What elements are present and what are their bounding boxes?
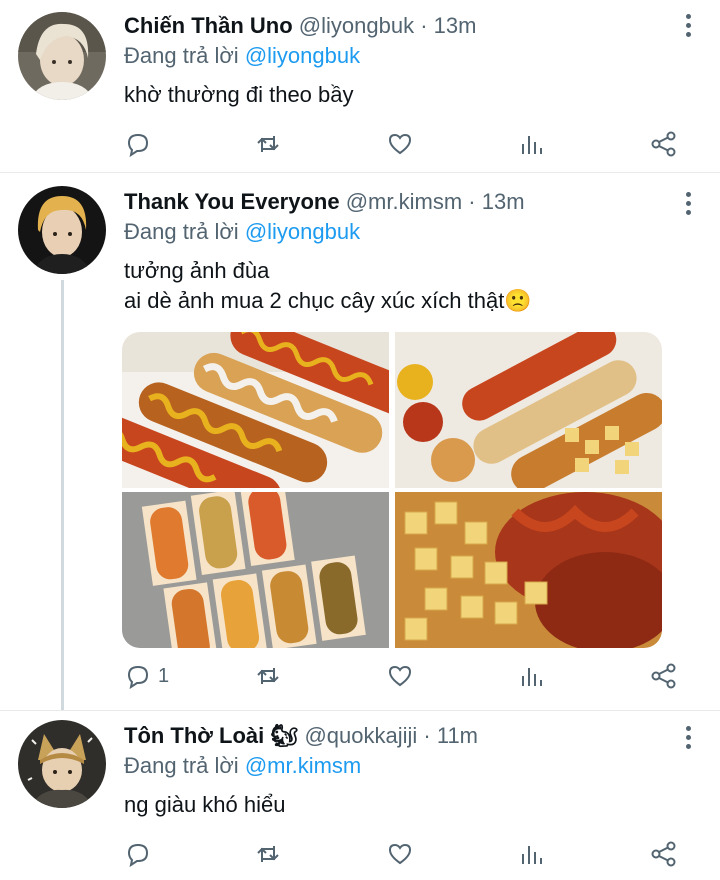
tweet-1[interactable]: Chiến Thần Uno @liyongbuk · 13m Đang trả… (0, 0, 720, 172)
display-name[interactable]: Chiến Thần Uno (124, 13, 293, 38)
like-button[interactable] (386, 838, 414, 870)
tweet-header: Thank You Everyone @mr.kimsm · 13m (124, 188, 660, 216)
user-handle[interactable]: @quokkajiji (304, 723, 417, 748)
retweet-icon (257, 136, 279, 152)
replying-to: Đang trả lời @liyongbuk (124, 218, 360, 246)
user-handle[interactable]: @mr.kimsm (346, 189, 462, 214)
tweet-actions: 1 (124, 660, 684, 692)
share-icon (651, 131, 676, 157)
timestamp[interactable]: · 11m (423, 723, 478, 748)
photo-corn-dog-boxes[interactable] (122, 492, 389, 648)
analytics-button[interactable] (518, 660, 546, 692)
tweet-text-line: ai dè ảnh mua 2 chục cây xúc xích thật🙁 (124, 288, 532, 313)
photo-corn-dog-tray[interactable] (122, 332, 389, 488)
replying-to-label: Đang trả lời (124, 753, 245, 778)
replying-to-label: Đang trả lời (124, 43, 245, 68)
tweet-header: Chiến Thần Uno @liyongbuk · 13m (124, 12, 660, 40)
reply-button[interactable] (124, 838, 158, 870)
timestamp[interactable]: · 13m (420, 13, 476, 38)
share-button[interactable] (650, 660, 678, 692)
like-icon (388, 665, 412, 687)
replying-to-label: Đang trả lời (124, 219, 245, 244)
more-icon[interactable] (684, 192, 692, 216)
share-icon (651, 663, 676, 689)
display-name[interactable]: Thank You Everyone (124, 189, 340, 214)
reply-icon (127, 133, 149, 158)
tweet-text: ng giàu khó hiểu (124, 790, 285, 820)
share-button[interactable] (650, 838, 678, 870)
more-icon[interactable] (684, 726, 692, 750)
tweet-actions (124, 838, 684, 870)
photo-corn-dog-box[interactable] (395, 332, 662, 488)
tweet-actions (124, 128, 684, 160)
display-name[interactable]: Tôn Thờ Loài 🐿 (124, 723, 298, 748)
tweet-3[interactable]: Tôn Thờ Loài 🐿 @quokkajiji · 11m Đang tr… (0, 710, 720, 880)
avatar[interactable] (18, 186, 106, 274)
analytics-icon (522, 668, 542, 686)
like-icon (388, 843, 412, 865)
retweet-button[interactable] (254, 660, 282, 692)
retweet-button[interactable] (254, 838, 282, 870)
reply-button[interactable]: 1 (124, 660, 169, 692)
tweet-text: tưởng ảnh đùa ai dè ảnh mua 2 chục cây x… (124, 256, 532, 316)
avatar-image (18, 186, 106, 274)
tweet-text: khờ thường đi theo bầy (124, 80, 354, 110)
tweet-text-line: tưởng ảnh đùa (124, 258, 270, 283)
timestamp[interactable]: · 13m (468, 189, 524, 214)
retweet-icon (257, 668, 279, 684)
replying-to-mention[interactable]: @liyongbuk (245, 43, 360, 68)
avatar-image (18, 12, 106, 100)
reply-button[interactable] (124, 128, 158, 160)
tweet-text-line: khờ thường đi theo bầy (124, 82, 354, 107)
more-icon[interactable] (684, 14, 692, 38)
analytics-button[interactable] (518, 838, 546, 870)
reply-count: 1 (158, 664, 170, 687)
like-icon (388, 133, 412, 155)
share-button[interactable] (650, 128, 678, 160)
retweet-button[interactable] (254, 128, 282, 160)
media-grid (122, 332, 662, 648)
share-icon (651, 841, 676, 867)
reply-icon (127, 665, 149, 690)
replying-to: Đang trả lời @mr.kimsm (124, 752, 361, 780)
replying-to-mention[interactable]: @liyongbuk (245, 219, 360, 244)
replying-to: Đang trả lời @liyongbuk (124, 42, 360, 70)
photo-potato-corn-dog[interactable] (395, 492, 662, 648)
analytics-icon (522, 846, 542, 864)
analytics-button[interactable] (518, 128, 546, 160)
replying-to-mention[interactable]: @mr.kimsm (245, 753, 361, 778)
user-handle[interactable]: @liyongbuk (299, 13, 414, 38)
avatar[interactable] (18, 12, 106, 100)
like-button[interactable] (386, 128, 414, 160)
avatar[interactable] (18, 720, 106, 808)
tweet-text-line: ng giàu khó hiểu (124, 792, 286, 817)
reply-icon (127, 843, 149, 868)
tweet-header: Tôn Thờ Loài 🐿 @quokkajiji · 11m (124, 722, 660, 750)
like-button[interactable] (386, 660, 414, 692)
retweet-icon (257, 846, 279, 862)
avatar-image (18, 720, 106, 808)
analytics-icon (522, 136, 542, 154)
